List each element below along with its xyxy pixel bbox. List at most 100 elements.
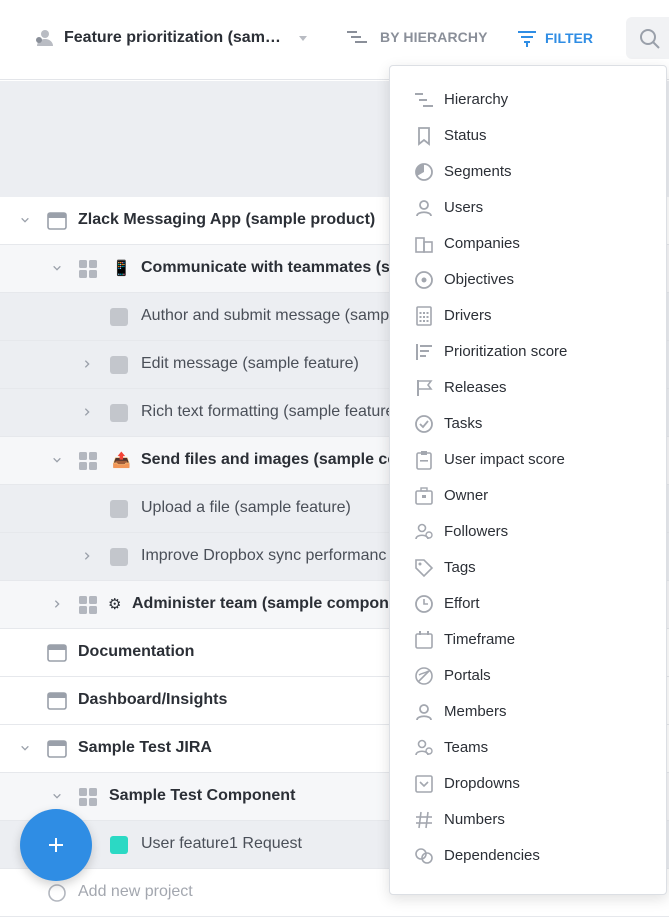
filter-menu-item-user-impact-score[interactable]: User impact score (390, 442, 666, 478)
by-hierarchy-label: BY HIERARCHY (380, 29, 488, 45)
chevron-down-icon[interactable] (20, 215, 30, 225)
filter-button[interactable]: FILTER (517, 28, 593, 48)
filter-menu-item-portals[interactable]: Portals (390, 658, 666, 694)
filter-menu-item-dependencies[interactable]: Dependencies (390, 838, 666, 874)
filter-menu-item-label: Releases (444, 379, 507, 396)
board-icon (36, 30, 53, 46)
tree-row-label: Dashboard/Insights (78, 691, 228, 708)
chevron-down-icon[interactable] (52, 791, 62, 801)
board-selector[interactable]: Feature prioritization (sam… (34, 26, 307, 50)
tag-icon (415, 559, 434, 578)
filter-menu-item-dropdowns[interactable]: Dropdowns (390, 766, 666, 802)
feature-icon (110, 404, 128, 422)
filter-menu-item-label: Prioritization score (444, 343, 568, 360)
filter-menu-item-label: Objectives (444, 271, 515, 288)
filter-menu-item-companies[interactable]: Companies (390, 226, 666, 262)
product-icon (47, 644, 67, 662)
filter-menu-item-label: Effort (444, 595, 480, 612)
chevron-right-icon[interactable] (52, 599, 62, 609)
filter-menu-item-tasks[interactable]: Tasks (390, 406, 666, 442)
feature-icon (110, 836, 128, 854)
filter-menu-item-prioritization-score[interactable]: Prioritization score (390, 334, 666, 370)
chevron-down-icon (298, 35, 307, 41)
bookmark-icon (418, 127, 430, 146)
tree-row-label: User feature1 Request (141, 835, 302, 852)
filter-menu-item-owner[interactable]: Owner (390, 478, 666, 514)
filter-menu-item-label: Segments (444, 163, 512, 180)
product-icon (47, 212, 67, 230)
flag-icon (417, 380, 433, 396)
chevron-right-icon[interactable] (82, 407, 92, 417)
filter-menu-item-drivers[interactable]: Drivers (390, 298, 666, 334)
filter-menu-item-label: Members (444, 703, 507, 720)
filter-menu-item-users[interactable]: Users (390, 190, 666, 226)
filter-menu-item-segments[interactable]: Segments (390, 154, 666, 190)
score-icon (416, 344, 432, 360)
filter-menu-item-label: User impact score (444, 451, 565, 468)
team-icon (415, 739, 433, 756)
component-icon (79, 260, 97, 278)
filter-menu-item-label: Followers (444, 523, 509, 540)
chevron-down-icon[interactable] (52, 455, 62, 465)
by-hierarchy-button[interactable]: BY HIERARCHY (346, 28, 488, 46)
filter-menu-item-releases[interactable]: Releases (390, 370, 666, 406)
component-icon (79, 788, 97, 806)
tree-row-label: Send files and images (sample co (141, 451, 398, 468)
feature-icon (110, 356, 128, 374)
component-emoji-icon: ⚙ (108, 596, 122, 613)
calendar-icon (415, 631, 433, 649)
filter-menu-item-label: Teams (444, 739, 489, 756)
filter-icon (518, 31, 536, 47)
filter-menu-item-tags[interactable]: Tags (390, 550, 666, 586)
filter-menu-item-label: Owner (444, 487, 489, 504)
filter-menu-item-followers[interactable]: Followers (390, 514, 666, 550)
filter-menu-item-members[interactable]: Members (390, 694, 666, 730)
search-input[interactable] (626, 17, 669, 59)
tree-row-label: Administer team (sample compone (132, 595, 398, 612)
filter-menu-item-teams[interactable]: Teams (390, 730, 666, 766)
feature-icon (110, 308, 128, 326)
product-icon (47, 740, 67, 758)
component-icon (79, 452, 97, 470)
filter-menu-item-label: Dependencies (444, 847, 540, 864)
dropdown-icon (415, 775, 433, 793)
filter-menu-item-effort[interactable]: Effort (390, 586, 666, 622)
filter-menu: Hierarchy Status Segments Users Companies Obj… (389, 65, 667, 895)
filter-menu-item-numbers[interactable]: Numbers (390, 802, 666, 838)
add-button[interactable] (20, 809, 92, 881)
search-icon (640, 29, 660, 49)
building-icon (415, 237, 433, 253)
check-circle-icon (415, 415, 433, 433)
user-icon (416, 200, 432, 217)
chevron-down-icon[interactable] (20, 743, 30, 753)
hash-icon (416, 811, 432, 829)
filter-menu-item-hierarchy[interactable]: Hierarchy (390, 82, 666, 118)
filter-menu-item-label: Tasks (444, 415, 483, 432)
filter-menu-item-status[interactable]: Status (390, 118, 666, 154)
tree-row-label: Edit message (sample feature) (141, 355, 359, 372)
filter-menu-item-label: Companies (444, 235, 520, 252)
filter-menu-item-objectives[interactable]: Objectives (390, 262, 666, 298)
feature-icon (110, 548, 128, 566)
hierarchy-icon (415, 93, 433, 107)
tree-row-label: Upload a file (sample feature) (141, 499, 351, 516)
filter-menu-item-label: Timeframe (444, 631, 516, 648)
filter-menu-item-label: Dropdowns (444, 775, 520, 792)
filter-menu-item-timeframe[interactable]: Timeframe (390, 622, 666, 658)
filter-menu-item-label: Tags (444, 559, 476, 576)
chevron-right-icon[interactable] (82, 359, 92, 369)
tree-row-label: Author and submit message (samp (141, 307, 390, 324)
filter-menu-item-label: Drivers (444, 307, 492, 324)
tree-row-label: Communicate with teammates (sa (141, 259, 399, 276)
component-emoji-icon: 📤 (112, 452, 131, 469)
tree-row-label: Add new project (78, 883, 193, 900)
component-icon (79, 596, 97, 614)
add-circle-icon (48, 884, 66, 902)
feature-icon (110, 500, 128, 518)
chevron-down-icon[interactable] (52, 263, 62, 273)
member-icon (416, 704, 432, 721)
pie-icon (415, 163, 433, 181)
filter-label: FILTER (545, 30, 593, 46)
chevron-right-icon[interactable] (82, 551, 92, 561)
tree-row-label: Improve Dropbox sync performanc (141, 547, 387, 564)
